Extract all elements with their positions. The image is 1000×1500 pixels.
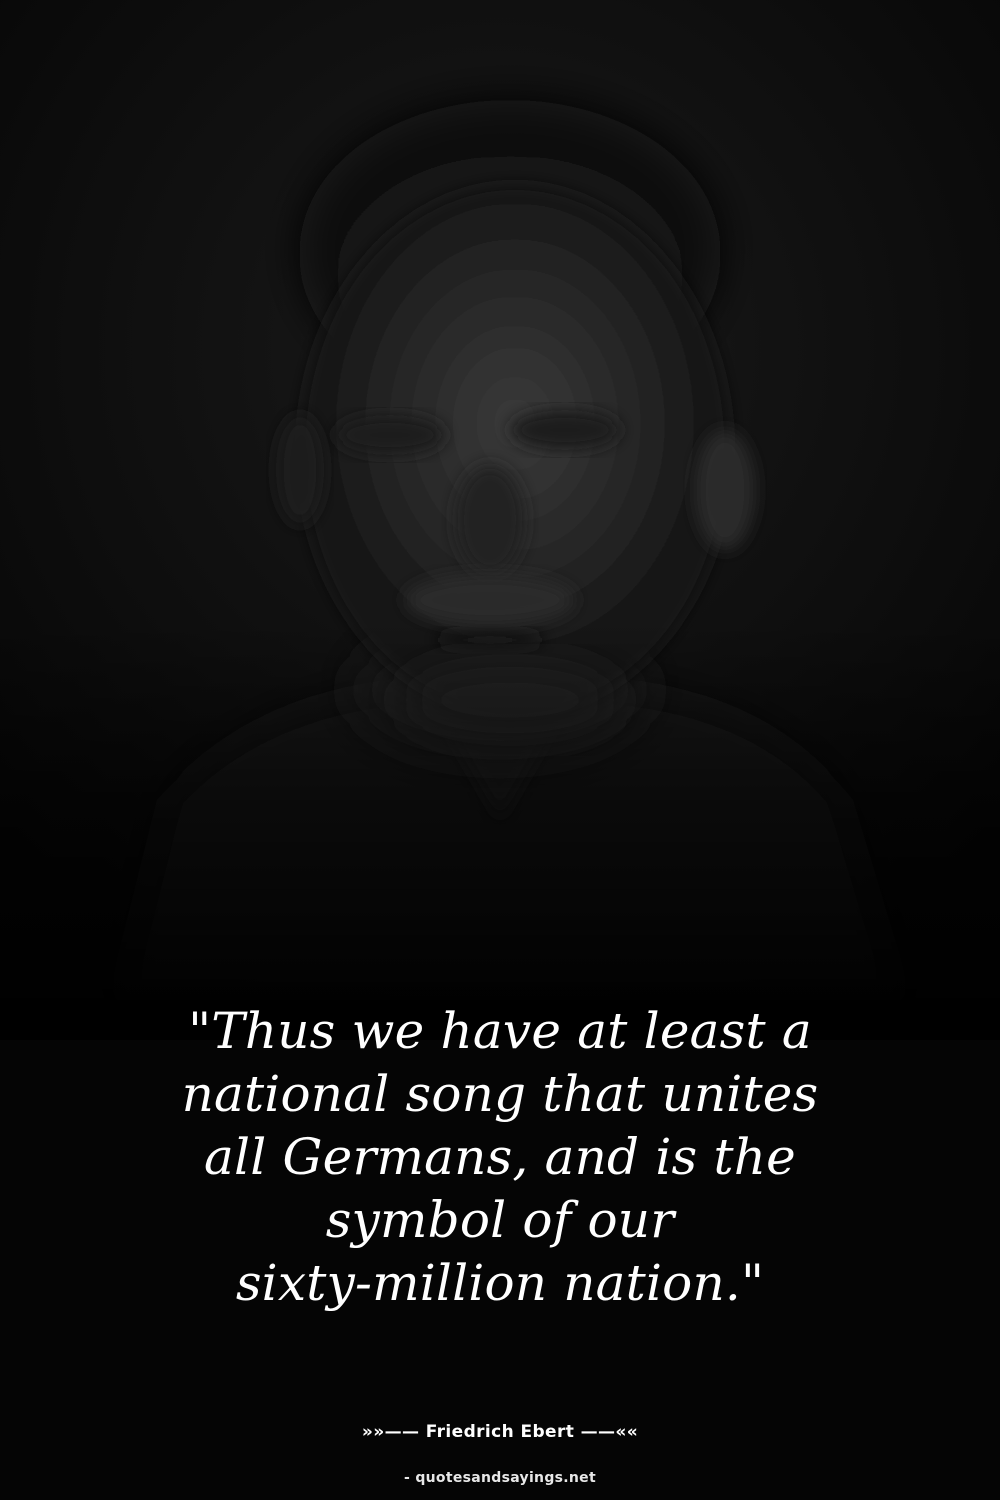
quote-line: sixty-million nation." bbox=[235, 1254, 765, 1312]
quote-card: "Thus we have at least a national song t… bbox=[0, 0, 1000, 1500]
quote-line: all Germans, and is the bbox=[204, 1128, 796, 1186]
photo-fade-overlay bbox=[0, 620, 1000, 1040]
quote-line: "Thus we have at least a bbox=[188, 1002, 812, 1060]
quote-text: "Thus we have at least a national song t… bbox=[100, 1000, 900, 1315]
quote-author: »»—— Friedrich Ebert ——«« bbox=[361, 1422, 639, 1442]
quote-line: symbol of our bbox=[325, 1191, 675, 1249]
source-credit: - quotesandsayings.net bbox=[404, 1470, 596, 1486]
quote-line: national song that unites bbox=[181, 1065, 819, 1123]
